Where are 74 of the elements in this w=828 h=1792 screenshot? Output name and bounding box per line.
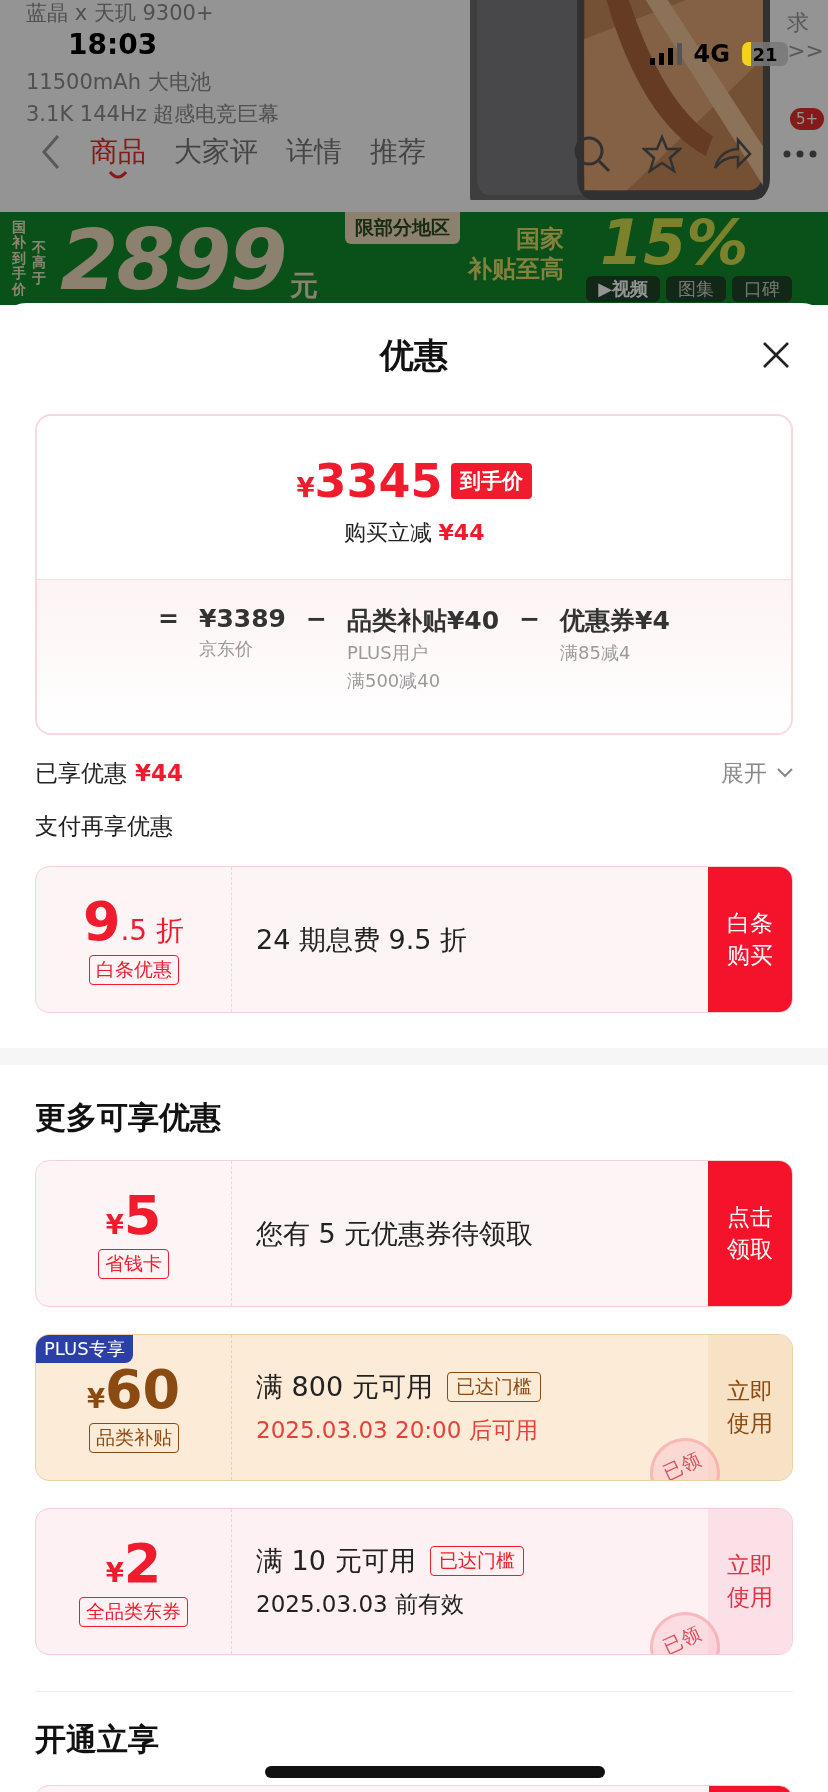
- formula-term: ¥3389: [199, 604, 286, 633]
- coupon-action-button[interactable]: 白条购买: [708, 867, 792, 1012]
- battery-indicator: 21: [742, 42, 788, 66]
- spec-text: 3.1K 144Hz 超感电竞巨幕: [26, 100, 280, 128]
- coupon-action-button[interactable]: 立即使用: [708, 1335, 792, 1480]
- subsidy-label: 补贴至高: [468, 254, 564, 284]
- chevron-down-icon: [777, 768, 793, 778]
- term-note: PLUS用户: [346, 641, 429, 665]
- formula-term: 优惠券¥4: [560, 605, 670, 637]
- nav-tab[interactable]: 推荐: [370, 134, 426, 171]
- nav-tab[interactable]: 商品: [90, 134, 146, 181]
- star-icon[interactable]: [642, 134, 682, 174]
- banner-label: 国补到手价: [12, 220, 26, 297]
- nav-tab[interactable]: 大家评: [174, 134, 258, 171]
- banner-unit: 元: [289, 268, 318, 304]
- region-tag: 限部分地区: [345, 212, 460, 244]
- smile-icon: [108, 170, 128, 181]
- banner-label: 不高于: [32, 240, 46, 287]
- discount-amount: ¥2: [105, 1536, 162, 1591]
- media-tab[interactable]: 口碑: [732, 276, 792, 302]
- savings-label: 已享优惠: [35, 758, 127, 788]
- savings-amount: ¥44: [135, 760, 183, 786]
- formula-operator: −: [306, 604, 327, 635]
- reduction-amount: ¥44: [438, 520, 485, 545]
- section-heading: 更多可享优惠: [35, 1097, 222, 1137]
- reduction-label: 购买立减: [343, 520, 432, 545]
- search-icon[interactable]: [572, 134, 612, 174]
- nav-tab[interactable]: 详情: [286, 134, 342, 171]
- final-price: ¥3345: [296, 454, 443, 508]
- coupon-title: 满 800 元可用: [256, 1370, 433, 1404]
- status-time: 18:03: [68, 29, 158, 62]
- coupon-tag: 全品类东券: [79, 1596, 188, 1627]
- discount-amount: ¥5: [105, 1188, 162, 1243]
- price-tag: 到手价: [450, 463, 532, 499]
- signal-icon: [649, 43, 682, 65]
- formula-operator: =: [158, 604, 180, 635]
- formula-term: 品类补贴¥40: [346, 605, 500, 637]
- coupon-action-button[interactable]: 点击领取: [708, 1161, 792, 1306]
- expand-toggle[interactable]: 展开: [721, 757, 793, 789]
- notification-badge: 5+: [789, 108, 824, 130]
- back-icon[interactable]: [40, 134, 62, 170]
- coupon-date: 2025.03.03 20:00 后可用: [256, 1416, 539, 1445]
- term-note: 满85减4: [560, 641, 632, 665]
- coupon-date: 2025.03.03 前有效: [256, 1590, 465, 1619]
- sheet-title: 优惠: [380, 333, 448, 377]
- side-hint-text: 求: [787, 9, 811, 37]
- formula-operator: −: [519, 604, 541, 635]
- coupon-action-button[interactable]: 立即使用: [708, 1509, 792, 1654]
- coupon-tag: 白条优惠: [88, 954, 179, 985]
- subsidy-rate: 15%: [600, 212, 749, 274]
- side-hint-text: >>: [787, 38, 824, 63]
- media-tab[interactable]: 图集: [666, 276, 726, 302]
- more-icon[interactable]: [782, 149, 818, 159]
- coupon-tag: 品类补贴: [88, 1422, 179, 1453]
- banner-price: 2899: [60, 218, 286, 302]
- media-tab[interactable]: ▶视频: [586, 276, 660, 302]
- section-heading: 开通立享: [35, 1720, 160, 1759]
- threshold-tag: 已达门槛: [429, 1546, 524, 1576]
- term-note: 京东价: [199, 637, 255, 661]
- spec-text: 蓝晶 x 天玑 9300+: [26, 0, 214, 27]
- discount-amount: ¥60: [86, 1362, 181, 1417]
- close-icon[interactable]: [762, 341, 790, 369]
- plus-badge: PLUS专享: [36, 1335, 133, 1363]
- term-note: 满500减40: [346, 669, 442, 693]
- coupon-title: 满 10 元可用: [256, 1544, 416, 1578]
- threshold-tag: 已达门槛: [446, 1372, 541, 1402]
- discount-amount: 9.5 折: [82, 894, 185, 949]
- coupon-title: 您有 5 元优惠券待领取: [256, 1216, 534, 1251]
- section-heading: 支付再享优惠: [35, 811, 174, 841]
- network-label: 4G: [693, 40, 730, 68]
- subsidy-label: 国家: [516, 224, 564, 254]
- coupon-title: 24 期息费 9.5 折: [256, 922, 468, 957]
- spec-text: 11500mAh 大电池: [26, 69, 211, 97]
- coupon-tag: 省钱卡: [98, 1248, 169, 1279]
